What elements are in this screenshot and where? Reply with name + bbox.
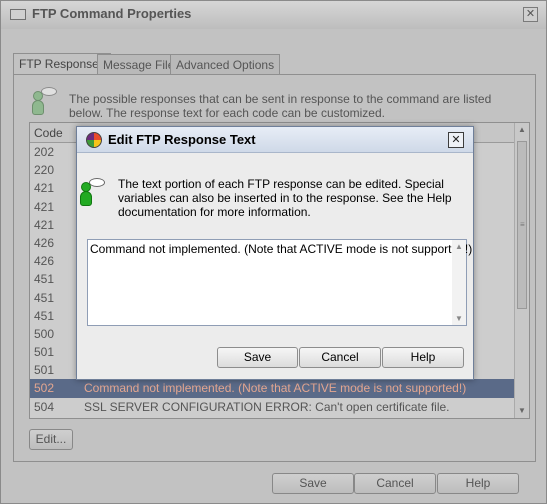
scroll-thumb[interactable]: ≡ <box>517 141 527 309</box>
row-code: 502 <box>34 381 55 396</box>
save-button[interactable]: Save <box>217 347 298 368</box>
panel-description: The possible responses that can be sent … <box>69 92 492 120</box>
table-row-selected[interactable]: 502 Command not implemented. (Note that A… <box>30 379 515 398</box>
parent-help-button[interactable]: Help <box>437 473 519 494</box>
parent-save-button[interactable]: Save <box>272 473 354 494</box>
window-icon <box>10 9 26 20</box>
row-code: 451 <box>34 290 55 305</box>
scroll-down-icon[interactable]: ▼ <box>515 404 529 418</box>
row-code: 451 <box>34 308 55 323</box>
row-code: 451 <box>34 272 55 287</box>
dialog-title: Edit FTP Response Text <box>108 132 256 147</box>
dialog-title-bar: Edit FTP Response Text ✕ <box>77 127 473 153</box>
row-message: Command not implemented. (Note that ACTI… <box>84 381 467 396</box>
help-button[interactable]: Help <box>382 347 464 368</box>
cancel-button[interactable]: Cancel <box>299 347 381 368</box>
table-row[interactable]: 504 SSL SERVER CONFIGURATION ERROR: Can't… <box>30 398 515 416</box>
row-code: 220 <box>34 163 55 178</box>
tab-advanced-options[interactable]: Advanced Options <box>170 54 281 74</box>
row-code: 501 <box>34 363 55 378</box>
row-code: 501 <box>34 345 55 360</box>
row-code: 421 <box>34 181 55 196</box>
column-header-code[interactable]: Code <box>34 126 63 140</box>
row-code: 504 <box>34 399 55 414</box>
scroll-up-icon[interactable]: ▲ <box>515 123 529 137</box>
scroll-down-icon[interactable]: ▼ <box>452 314 466 323</box>
table-scrollbar[interactable]: ▲ ≡ ▼ <box>514 123 529 418</box>
row-message: SSL SERVER CONFIGURATION ERROR: Can't op… <box>84 399 450 414</box>
parent-window-title: FTP Command Properties <box>32 6 192 21</box>
textarea-scrollbar[interactable]: ▲ ▼ <box>452 240 466 325</box>
row-code: 500 <box>34 326 55 341</box>
edit-button[interactable]: Edit... <box>29 429 73 450</box>
response-text-value[interactable]: Command not implemented. (Note that ACTI… <box>90 242 472 256</box>
row-code: 421 <box>34 199 55 214</box>
row-code: 426 <box>34 235 55 250</box>
info-person-icon <box>79 178 109 208</box>
close-icon[interactable]: ✕ <box>448 132 464 148</box>
scroll-up-icon[interactable]: ▲ <box>452 242 466 251</box>
edit-ftp-response-dialog: Edit FTP Response Text ✕ The text portio… <box>76 126 474 380</box>
row-code: 426 <box>34 254 55 269</box>
response-text-area[interactable]: Command not implemented. (Note that ACTI… <box>87 239 472 326</box>
parent-title-bar: FTP Command Properties ✕ <box>1 1 546 29</box>
dialog-description: The text portion of each FTP response ca… <box>118 177 452 219</box>
parent-cancel-button[interactable]: Cancel <box>354 473 436 494</box>
info-person-icon <box>31 87 61 117</box>
tab-message-file[interactable]: Message File <box>97 54 181 74</box>
row-code: 202 <box>34 145 55 159</box>
row-code: 421 <box>34 217 55 232</box>
app-logo-icon <box>86 132 102 148</box>
close-icon[interactable]: ✕ <box>523 7 538 22</box>
